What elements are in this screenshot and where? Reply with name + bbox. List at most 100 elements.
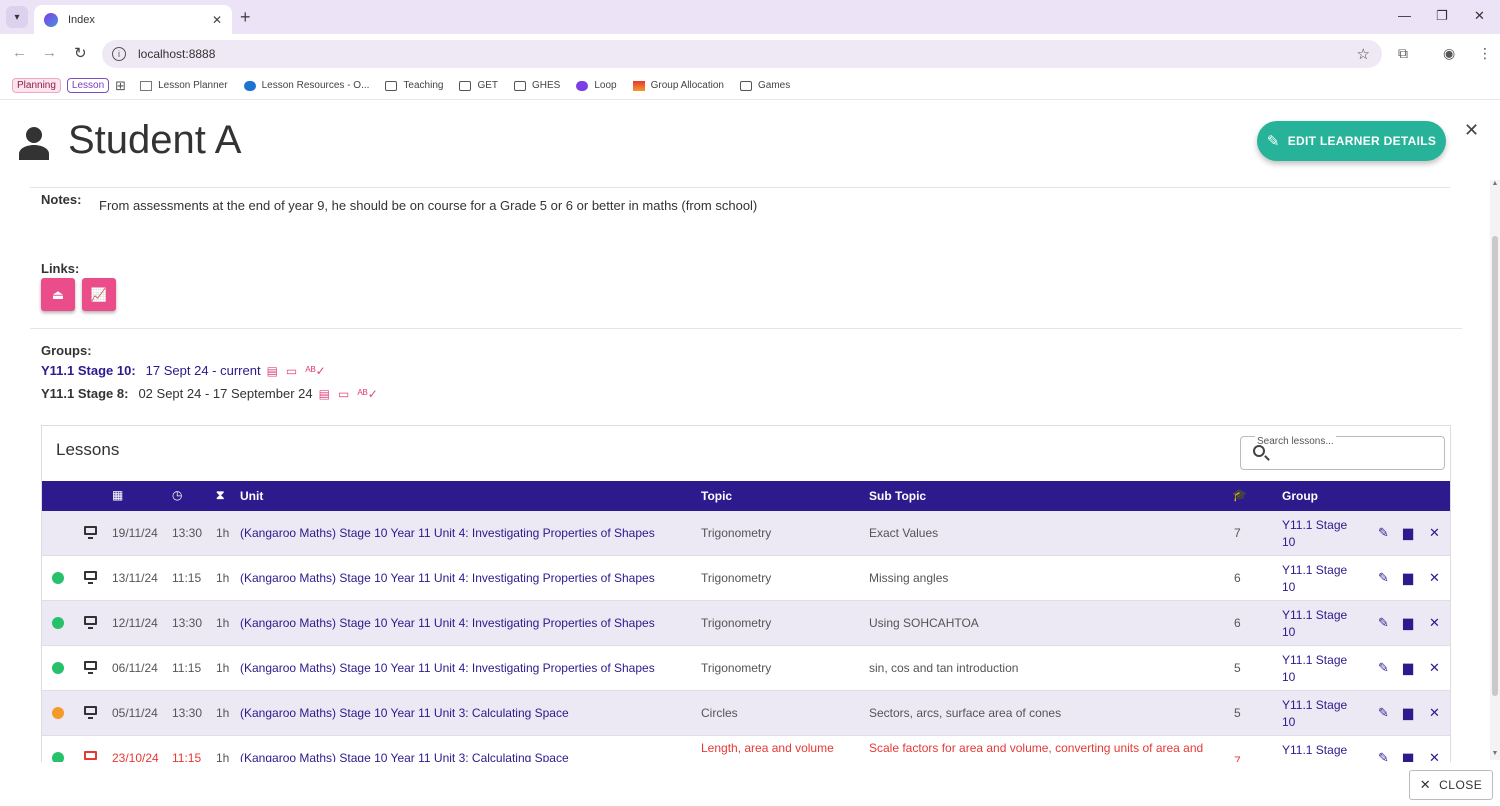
- table-row[interactable]: 06/11/24 11:15 1h (Kangaroo Maths) Stage 10…: [42, 646, 1450, 691]
- edit-lesson-icon[interactable]: ✎: [1378, 615, 1389, 631]
- bookmark-chip-lesson[interactable]: Lesson: [66, 78, 110, 93]
- delete-icon[interactable]: ✕: [1429, 570, 1440, 586]
- monitor-icon[interactable]: ▭: [286, 364, 297, 378]
- lesson-topic: Length, area and volume: [701, 741, 834, 755]
- apps-grid-icon[interactable]: ⊞: [115, 78, 126, 94]
- window-close-icon[interactable]: ✕: [1474, 8, 1485, 24]
- spellcheck-icon[interactable]: ᴬᴮ✓: [305, 364, 325, 378]
- bookmark-item[interactable]: Loop: [576, 80, 617, 91]
- groups-label: Groups:: [41, 343, 92, 358]
- table-row[interactable]: 23/10/24 11:15 1h (Kangaroo Maths) Stage 10…: [42, 736, 1450, 764]
- bookmark-item[interactable]: Lesson Planner: [140, 80, 228, 91]
- monitor-icon: [84, 706, 97, 719]
- lesson-group-link[interactable]: Y11.1 Stage10: [1282, 607, 1362, 641]
- close-button[interactable]: ✕ CLOSE: [1409, 770, 1493, 800]
- edit-lesson-icon[interactable]: ✎: [1378, 705, 1389, 721]
- search-icon: [1253, 445, 1265, 457]
- monitor-icon: [84, 616, 97, 629]
- browser-menu-icon[interactable]: ⋮: [1478, 45, 1492, 62]
- lessons-card: Lessons Search lessons... ▦ ◷ ⧗ Unit Top…: [41, 425, 1451, 765]
- document-icon[interactable]: ▤: [319, 387, 330, 401]
- restore-icon[interactable]: ❐: [1436, 8, 1448, 24]
- dialog-scrollbar[interactable]: ▲ ▼: [1490, 180, 1500, 760]
- edit-lesson-icon[interactable]: ✎: [1378, 660, 1389, 676]
- lesson-score: 6: [1234, 616, 1241, 630]
- forward-icon[interactable]: →: [42, 44, 57, 61]
- lesson-time: 13:30: [172, 706, 203, 720]
- scroll-up-icon[interactable]: ▲: [1490, 180, 1500, 187]
- clock-icon[interactable]: ◷: [172, 488, 182, 502]
- lesson-unit-link[interactable]: (Kangaroo Maths) Stage 10 Year 11 Unit 4…: [240, 616, 655, 630]
- bookmark-item[interactable]: GET: [459, 80, 498, 91]
- bookmark-item[interactable]: Lesson Resources - O...: [243, 80, 369, 91]
- calendar-icon[interactable]: ▦: [112, 488, 123, 502]
- lesson-group-link[interactable]: Y11.1 Stage10: [1282, 697, 1362, 731]
- spellcheck-icon[interactable]: ᴬᴮ✓: [357, 387, 377, 401]
- minimize-icon[interactable]: —: [1398, 8, 1411, 23]
- search-input[interactable]: [1275, 449, 1435, 467]
- group-entry[interactable]: Y11.1 Stage 10: 17 Sept 24 - current ▤ ▭…: [41, 363, 334, 378]
- lesson-duration: 1h: [216, 706, 230, 720]
- search-lessons-field[interactable]: Search lessons...: [1240, 436, 1445, 470]
- edit-lesson-icon[interactable]: ✎: [1378, 525, 1389, 541]
- column-topic[interactable]: Topic: [701, 489, 732, 503]
- lesson-unit-link[interactable]: (Kangaroo Maths) Stage 10 Year 11 Unit 4…: [240, 661, 655, 675]
- delete-icon[interactable]: ✕: [1429, 705, 1440, 721]
- bookmark-item[interactable]: Group Allocation: [632, 80, 724, 91]
- bookmark-star-icon[interactable]: ☆: [1357, 45, 1370, 63]
- progress-chart-button[interactable]: 📈: [82, 278, 116, 311]
- column-group[interactable]: Group: [1282, 489, 1318, 503]
- bookmark-item[interactable]: Games: [739, 80, 790, 91]
- lesson-sub-topic: sin, cos and tan introduction: [869, 661, 1019, 675]
- edit-learner-details-button[interactable]: ✎ EDIT LEARNER DETAILS: [1257, 121, 1446, 161]
- lesson-topic: Trigonometry: [701, 661, 772, 675]
- lesson-unit-link[interactable]: (Kangaroo Maths) Stage 10 Year 11 Unit 4…: [240, 571, 655, 585]
- column-sub-topic[interactable]: Sub Topic: [869, 489, 926, 503]
- lesson-group-link[interactable]: Y11.1 Stage10: [1282, 652, 1362, 686]
- back-icon[interactable]: ←: [12, 44, 27, 61]
- document-icon[interactable]: ▤: [267, 364, 278, 378]
- bookmark-item[interactable]: GHES: [514, 80, 560, 91]
- new-tab-icon[interactable]: +: [240, 8, 251, 26]
- folder-icon: [514, 80, 526, 91]
- archive-icon[interactable]: ▆: [1403, 570, 1413, 586]
- delete-icon[interactable]: ✕: [1429, 660, 1440, 676]
- lesson-unit-link[interactable]: (Kangaroo Maths) Stage 10 Year 11 Unit 3…: [240, 706, 569, 720]
- lesson-unit-link[interactable]: (Kangaroo Maths) Stage 10 Year 11 Unit 4…: [240, 526, 655, 540]
- lesson-duration: 1h: [216, 571, 230, 585]
- tab-close-icon[interactable]: ✕: [212, 13, 222, 27]
- group-entry[interactable]: Y11.1 Stage 8: 02 Sept 24 - 17 September…: [41, 386, 386, 401]
- reload-icon[interactable]: ↻: [74, 44, 87, 62]
- profile-icon[interactable]: ◉: [1443, 45, 1455, 62]
- monitor-icon[interactable]: ▭: [338, 387, 349, 401]
- archive-icon[interactable]: ▆: [1403, 615, 1413, 631]
- browser-tab[interactable]: Index ✕: [34, 5, 232, 34]
- learner-link-button[interactable]: ⏏: [41, 278, 75, 311]
- table-row[interactable]: 13/11/24 11:15 1h (Kangaroo Maths) Stage 10…: [42, 556, 1450, 601]
- archive-icon[interactable]: ▆: [1403, 705, 1413, 721]
- dialog-close-icon[interactable]: ✕: [1464, 120, 1479, 141]
- hourglass-icon[interactable]: ⧗: [216, 488, 224, 503]
- address-bar[interactable]: i localhost:8888 ☆: [102, 40, 1382, 68]
- tab-search-icon[interactable]: ▾: [6, 6, 28, 28]
- bookmark-item[interactable]: Teaching: [385, 80, 443, 91]
- graduation-cap-icon[interactable]: 🎓: [1232, 488, 1247, 502]
- lesson-group-link[interactable]: Y11.1 Stage10: [1282, 562, 1362, 596]
- extensions-icon[interactable]: ⧉: [1398, 45, 1408, 62]
- table-row[interactable]: 12/11/24 13:30 1h (Kangaroo Maths) Stage 10…: [42, 601, 1450, 646]
- archive-icon[interactable]: ▆: [1403, 660, 1413, 676]
- column-unit[interactable]: Unit: [240, 489, 263, 503]
- bookmark-chip-planning[interactable]: Planning: [12, 78, 61, 93]
- scroll-down-icon[interactable]: ▼: [1490, 750, 1500, 757]
- delete-icon[interactable]: ✕: [1429, 615, 1440, 631]
- archive-icon[interactable]: ▆: [1403, 525, 1413, 541]
- dialog-footer: [0, 762, 1490, 806]
- scroll-thumb[interactable]: [1492, 236, 1498, 696]
- table-row[interactable]: 05/11/24 13:30 1h (Kangaroo Maths) Stage 10…: [42, 691, 1450, 736]
- edit-lesson-icon[interactable]: ✎: [1378, 570, 1389, 586]
- lesson-topic: Trigonometry: [701, 526, 772, 540]
- site-info-icon[interactable]: i: [112, 47, 126, 61]
- lesson-group-link[interactable]: Y11.1 Stage10: [1282, 517, 1362, 551]
- table-row[interactable]: 19/11/24 13:30 1h (Kangaroo Maths) Stage 10…: [42, 511, 1450, 556]
- delete-icon[interactable]: ✕: [1429, 525, 1440, 541]
